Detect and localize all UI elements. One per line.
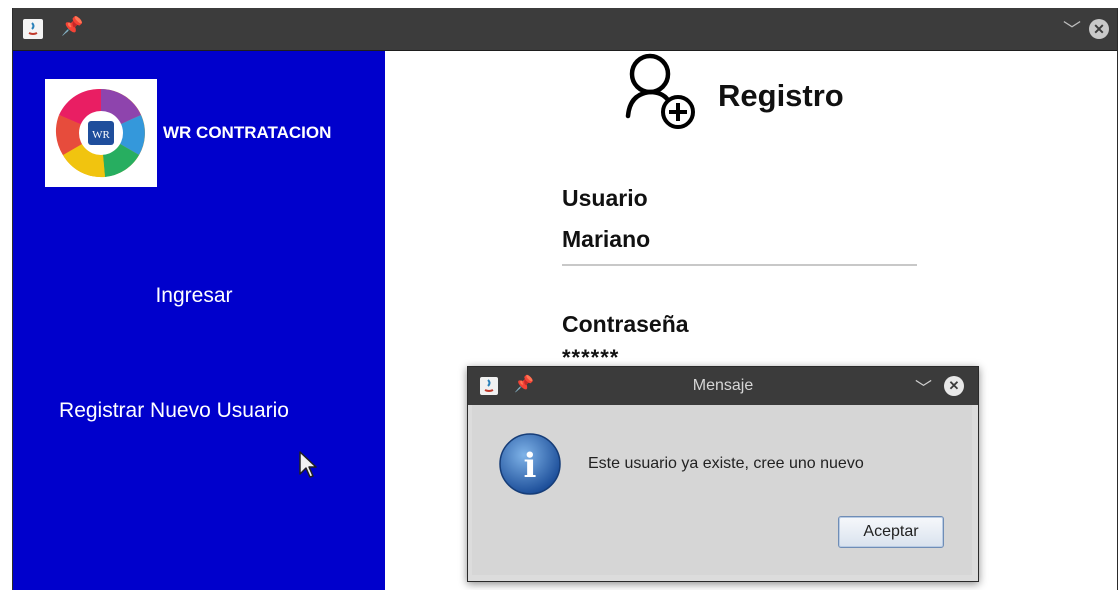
minimize-chevron-icon[interactable]: ﹀ (1063, 16, 1081, 42)
username-label: Usuario (562, 185, 648, 211)
company-logo: WR (45, 79, 157, 187)
dialog-close-button[interactable]: ✕ (944, 376, 964, 396)
user-add-icon (610, 50, 710, 135)
mouse-cursor-icon (298, 450, 318, 485)
window-close-button[interactable]: ✕ (1089, 19, 1109, 39)
password-label: Contraseña (562, 311, 689, 337)
svg-text:i: i (524, 446, 537, 486)
nav-registrar-usuario[interactable]: Registrar Nuevo Usuario (0, 399, 360, 423)
java-icon (23, 19, 43, 39)
window-titlebar: 📌 ﹀ ✕ (13, 8, 1117, 51)
brand-name: WR CONTRATACION (163, 123, 332, 142)
svg-text:WR: WR (92, 129, 110, 141)
minimize-chevron-icon[interactable]: ﹀ (915, 374, 932, 399)
dialog-titlebar[interactable]: 📌 Mensaje ﹀ ✕ (468, 367, 978, 405)
pin-icon[interactable]: 📌 (61, 16, 83, 37)
nav-ingresar[interactable]: Ingresar (8, 284, 380, 308)
dialog-message: Este usuario ya existe, cree uno nuevo (588, 455, 864, 472)
dialog-title: Mensaje (692, 377, 754, 394)
message-dialog: 📌 Mensaje ﹀ ✕ i Este usuario ya existe, … (467, 366, 979, 582)
username-field[interactable]: Mariano (562, 226, 650, 253)
sidebar: WR WR CONTRATACION Ingresar Registrar Nu… (13, 51, 385, 590)
username-underline (562, 264, 917, 266)
accept-button[interactable]: Aceptar (838, 516, 944, 548)
dialog-body: i Este usuario ya existe, cree uno nuevo… (472, 405, 972, 575)
page-title: Registro (718, 78, 844, 113)
info-icon: i (498, 432, 562, 501)
